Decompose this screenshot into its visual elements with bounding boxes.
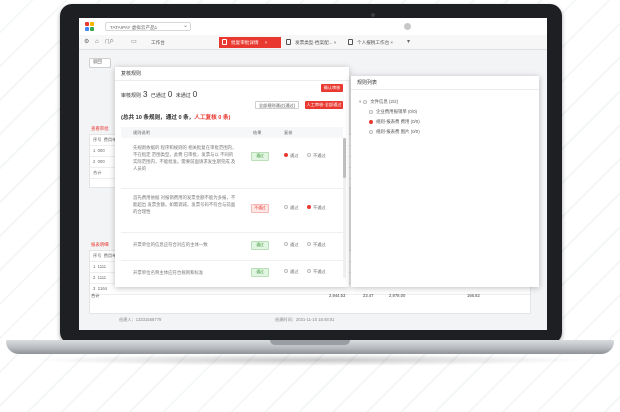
tab-invoice-type[interactable]: 发票类型-档案配... ×	[283, 37, 342, 48]
scrollbar[interactable]	[343, 138, 346, 278]
pass-radio[interactable]: 通过	[284, 268, 298, 275]
settings-icon[interactable]: ⚙	[84, 38, 89, 46]
laptop-shadow	[30, 354, 590, 366]
rule-counts: 审核规则 3 已通过 0 未通过 0	[121, 90, 198, 99]
page-footer: 创建人：13331558779 创建时间：2021-11-10 18:48:01	[119, 317, 335, 322]
menu-label-icon[interactable]: 门户	[105, 38, 114, 46]
tab-bar: ⚙ ⌂ 门户 ▭ 工作台 批复审批详情 × 发票类型-档案配... × 个人报税工…	[79, 35, 547, 50]
totals-row: 合计 2,944.53 23.47 2,978.00 166.82	[91, 293, 480, 298]
pass-radio[interactable]: 通过	[284, 204, 298, 211]
rules-list: 先规则依据的 程序和规则的 相关批复在审批范围内，不在指定 范围类型，此费 已审…	[121, 138, 343, 287]
section-title: 报表明细	[91, 242, 109, 247]
camera-dot	[371, 13, 375, 17]
list-item: 首先费用依据 对报销费用的发票金额不能为多报，不能超出 发票金额。如需调减，发票…	[121, 188, 343, 233]
manual-review-button[interactable]: 人工审核-全部通过	[305, 101, 343, 109]
rule-list-panel: 规则列表 ▾ 文件信息 (2/2) 企业费用报销单 (0/0) 规则-报表费 费用…	[351, 76, 539, 287]
tab-approval-detail[interactable]: 批复审批详情 ×	[219, 37, 281, 48]
status-badge: 不通过	[251, 204, 269, 213]
home-icon[interactable]: ⌂	[95, 38, 99, 46]
chevron-down-icon[interactable]: ⌄	[183, 22, 188, 29]
address-bar[interactable]: TATAIPAY 虚拟云产品1	[105, 22, 191, 31]
rules-table-header: 规则说明 结果 复核	[121, 127, 343, 138]
status-badge: 通过	[251, 241, 269, 250]
browser-titlebar: TATAIPAY 虚拟云产品1 ⌄	[79, 18, 547, 36]
list-item: 开票单位名称主体应符合规则和标准 通过 通过 不通过	[121, 260, 343, 287]
document-icon	[348, 39, 353, 45]
chevron-down-icon[interactable]: ▾	[407, 38, 410, 46]
confirm-review-button[interactable]: 确认审核	[321, 84, 343, 92]
pass-all-rules-button[interactable]: 全部规则通过(通过)	[255, 101, 299, 109]
tab-tax-workbench[interactable]: 个人报税工作台 ×	[345, 37, 399, 48]
fail-radio[interactable]: 不通过	[307, 268, 326, 275]
dialog-title: 复核规则	[115, 67, 349, 81]
pass-radio[interactable]: 通过	[284, 241, 298, 248]
list-item: 先规则依据的 程序和规则的 相关批复在审批范围内，不在指定 范围类型，此费 已审…	[121, 138, 343, 189]
tree-node[interactable]: 企业费用报销单 (0/0)	[369, 108, 417, 115]
status-badge: 通过	[251, 268, 269, 277]
status-badge: 通过	[251, 152, 269, 161]
review-rules-dialog: 复核规则 审核规则 3 已通过 0 未通过 0 确认审核 全部规则通过(通过) 人工审…	[115, 67, 349, 287]
rules-summary: (总共 10 条规则，通过 0 条，人工复核 0 条)	[121, 115, 231, 121]
tree-node-root[interactable]: ▾ 文件信息 (2/2)	[359, 98, 398, 105]
chevron-down-icon: ▾	[359, 99, 362, 104]
fail-radio[interactable]: 不通过	[307, 204, 326, 211]
document-icon	[222, 39, 227, 45]
section-title: 查看审批	[91, 126, 109, 131]
laptop-base-notch	[270, 340, 350, 345]
monitor-icon[interactable]: ▭	[131, 38, 137, 46]
close-icon[interactable]: ×	[265, 40, 268, 45]
tab-workbench[interactable]: 工作台	[139, 37, 171, 48]
scrollbar-thumb[interactable]	[343, 138, 346, 178]
tree-node[interactable]: 规则-报表费 图片 (0/0)	[369, 128, 420, 135]
tree-node-selected[interactable]: 规则-报表费 费用 (0/0)	[369, 118, 420, 125]
pass-radio[interactable]: 通过	[284, 152, 298, 159]
document-icon	[286, 39, 291, 45]
fail-radio[interactable]: 不通过	[307, 152, 326, 159]
fail-radio[interactable]: 不通过	[307, 241, 326, 248]
list-item: 开票单位的信息应符合对应的主体一致 通过 通过 不通过	[121, 232, 343, 261]
panel-title: 规则列表	[351, 76, 539, 90]
reject-button-label: 驳回	[93, 59, 102, 64]
app-logo-icon	[85, 22, 94, 31]
avatar[interactable]	[404, 23, 411, 30]
screen: TATAIPAY 虚拟云产品1 ⌄ ⚙ ⌂ 门户 ▭ 工作台 批复审批详情 × 发…	[79, 18, 547, 330]
